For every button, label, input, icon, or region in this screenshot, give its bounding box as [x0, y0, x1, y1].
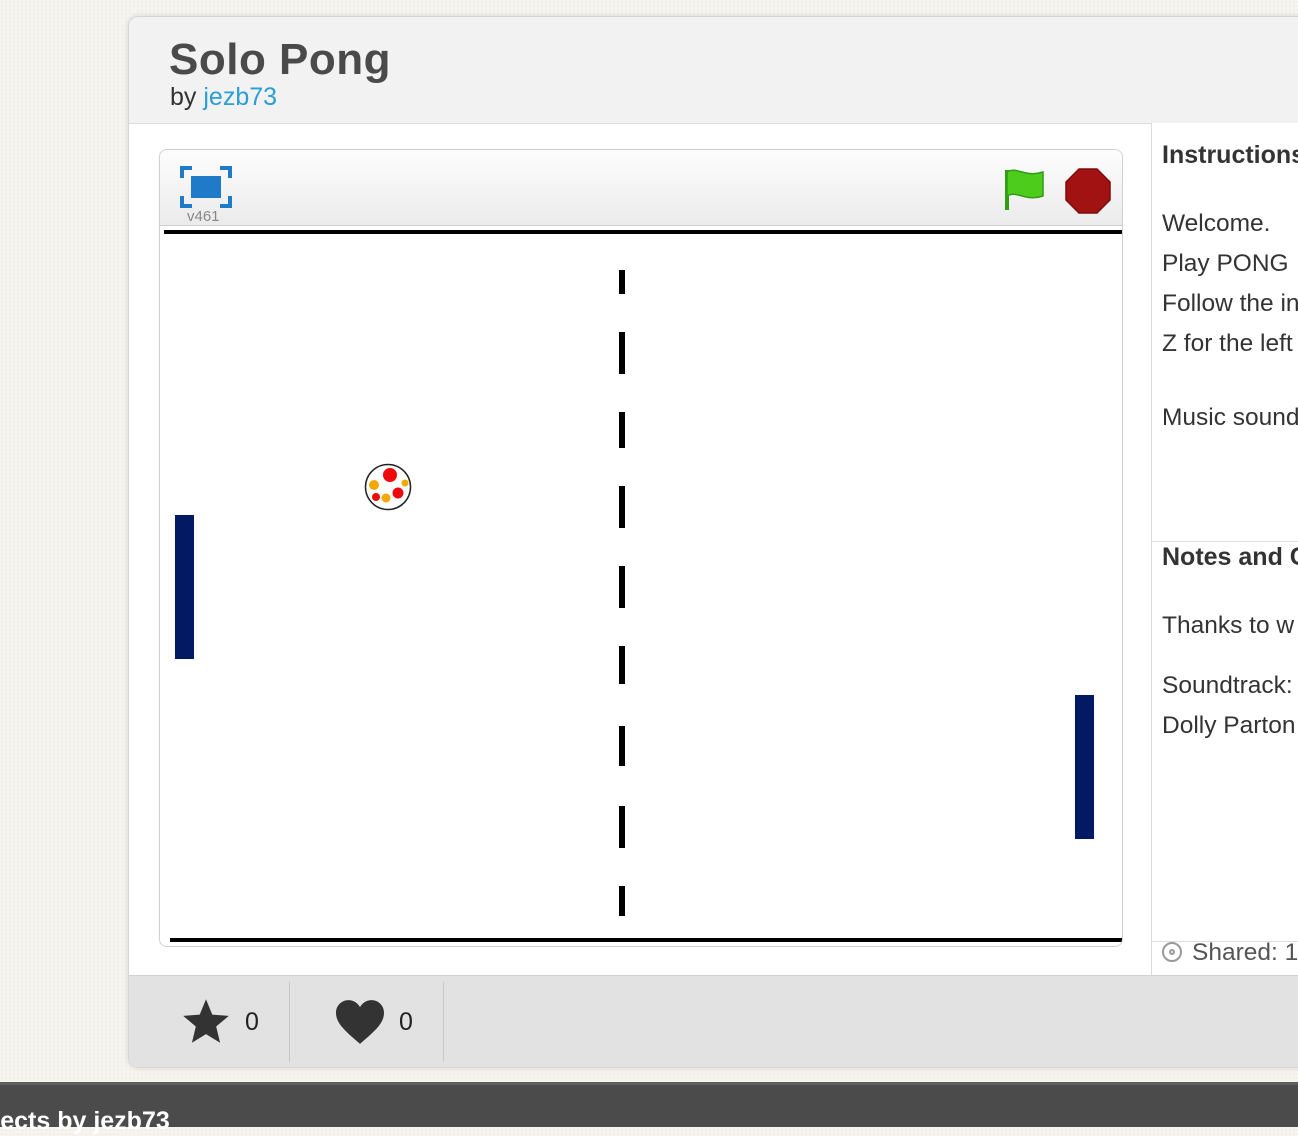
byline: by jezb73 — [170, 83, 277, 112]
version-label: v461 — [187, 208, 220, 225]
project-card: Solo Pong by jezb73 v461 Instructions We… — [128, 16, 1298, 1068]
stop-button[interactable] — [1065, 168, 1111, 214]
shared-info: Shared: 1 — [1162, 939, 1298, 967]
right-paddle — [1075, 695, 1094, 839]
project-sidebar: Instructions Welcome. Play PONG Follow t… — [1151, 123, 1298, 1067]
instructions-line: Follow the in — [1162, 290, 1298, 317]
notes-thanks: Thanks to w — [1162, 612, 1295, 639]
pong-canvas — [160, 226, 1122, 946]
project-player: v461 — [159, 149, 1123, 947]
instructions-line: Welcome. — [1162, 210, 1271, 237]
by-label: by — [170, 83, 197, 111]
more-projects-bar: ojects by jezb73 — [0, 1082, 1298, 1135]
ball — [364, 463, 412, 511]
heart-icon — [336, 1000, 384, 1044]
green-flag-button[interactable] — [1003, 166, 1047, 212]
player-controls: v461 — [160, 150, 1122, 226]
favorite-count: 0 — [245, 1007, 259, 1036]
fullscreen-icon — [180, 166, 232, 208]
notes-soundtrack: Dolly Parton — [1162, 712, 1296, 739]
love-button[interactable]: 0 — [333, 976, 413, 1067]
project-header: Solo Pong by jezb73 — [129, 17, 1298, 124]
green-flag-icon — [1005, 169, 1044, 210]
instructions-music: Music sound — [1162, 404, 1298, 431]
notes-heading: Notes and C — [1162, 543, 1298, 571]
shared-label: Shared: 1 — [1192, 939, 1298, 966]
stats-divider — [443, 982, 444, 1062]
left-paddle — [175, 515, 194, 659]
instructions-line: Play PONG — [1162, 250, 1289, 277]
section-divider — [1152, 541, 1298, 542]
author-link[interactable]: jezb73 — [203, 83, 277, 111]
notes-soundtrack: Soundtrack: — [1162, 672, 1293, 699]
instructions-heading: Instructions — [1162, 141, 1298, 169]
instructions-section: Instructions Welcome. Play PONG Follow t… — [1162, 141, 1298, 438]
stats-divider — [289, 982, 290, 1062]
project-stats-bar: 0 0 — [129, 975, 1298, 1067]
notes-section: Notes and C Thanks to w Soundtrack: Doll… — [1162, 543, 1298, 746]
share-icon — [1162, 942, 1182, 962]
more-projects-title: ojects by jezb73 — [0, 1107, 170, 1135]
fullscreen-button[interactable] — [180, 166, 232, 208]
game-stage[interactable] — [160, 226, 1122, 946]
project-title: Solo Pong — [169, 35, 392, 84]
love-count: 0 — [399, 1007, 413, 1036]
star-icon — [183, 999, 229, 1043]
favorite-button[interactable]: 0 — [179, 976, 259, 1067]
instructions-line: Z for the left — [1162, 330, 1293, 357]
stop-icon — [1065, 168, 1111, 214]
